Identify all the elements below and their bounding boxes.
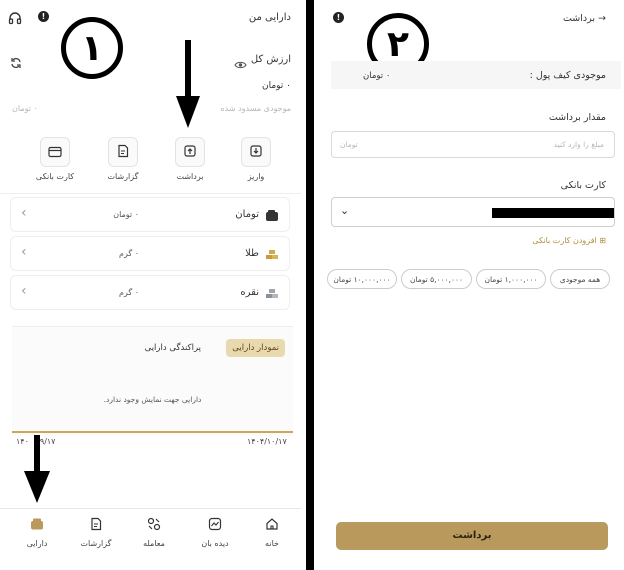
amount-unit: تومان — [340, 140, 358, 149]
nav-label: دارایی — [26, 539, 48, 548]
wallet-icon — [30, 516, 44, 535]
trade-icon — [147, 516, 161, 535]
nav-watchlist[interactable]: دیده بان — [189, 516, 241, 548]
divider — [0, 193, 301, 194]
chip-1m[interactable]: ۱,۰۰۰,۰۰۰ تومان — [476, 269, 546, 289]
bank-card-label: کارت بانکی — [35, 172, 75, 181]
chevron-left-icon: ‹ — [21, 205, 27, 221]
nav-label: گزارشات — [80, 539, 112, 548]
reports-button[interactable]: گزارشات — [98, 137, 148, 181]
amount-input[interactable]: مبلغ را وارد کنید تومان — [331, 131, 615, 158]
nav-assets[interactable]: دارایی — [11, 516, 63, 548]
total-value-label: ارزش کل — [250, 54, 291, 65]
deposit-label: واریز — [247, 172, 265, 181]
headset-icon[interactable] — [8, 10, 22, 29]
alert-icon[interactable]: ! — [333, 12, 344, 23]
asset-chart-card: نمودار دارایی پراکندگی دارایی دارایی جهت… — [12, 326, 293, 436]
bank-card-label: کارت بانکی — [560, 180, 606, 191]
asset-row-toman[interactable]: تومان ۰ تومان ‹ — [10, 197, 290, 232]
reports-label: گزارشات — [107, 172, 139, 181]
amount-label: مقدار برداشت — [548, 112, 606, 123]
silver-icon — [265, 286, 279, 300]
chart-line-icon — [208, 516, 222, 535]
deposit-button[interactable]: واریز — [231, 137, 281, 181]
amount-hint: مبلغ را وارد کنید — [553, 140, 604, 149]
nav-reports[interactable]: گزارشات — [70, 516, 122, 548]
withdraw-label: برداشت — [176, 172, 204, 181]
alert-icon[interactable]: ! — [38, 11, 49, 22]
nav-label: خانه — [265, 539, 279, 548]
chart-date-end: ۱۴۰۴/۱۰/۱۷ — [247, 437, 287, 446]
blocked-balance-value: ۰ تومان — [12, 104, 38, 113]
bank-card-icon — [48, 143, 62, 162]
nav-trade[interactable]: معامله — [128, 516, 180, 548]
wallet-balance-label: موجودی کیف پول : — [529, 70, 606, 81]
wallet-icon — [265, 208, 279, 222]
chevron-left-icon: ‹ — [21, 283, 27, 299]
eye-icon[interactable] — [234, 55, 247, 74]
nav-label: دیده بان — [201, 539, 229, 548]
chevron-left-icon: ‹ — [21, 244, 27, 260]
plus-square-icon: ⊞ — [599, 236, 606, 245]
down-arrow-annotation — [176, 40, 200, 128]
asset-row-silver[interactable]: نقره ۰ گرم ‹ — [10, 275, 290, 310]
bank-card-select[interactable]: ⌄ — [331, 197, 615, 227]
withdraw-screen: ! → برداشت ۲ موجودی کیف پول : ۰ تومان مق… — [319, 0, 624, 570]
withdraw-button[interactable]: برداشت — [165, 137, 215, 181]
gold-icon — [265, 247, 279, 261]
asset-row-gold[interactable]: طلا ۰ گرم ‹ — [10, 236, 290, 271]
bank-card-button[interactable]: کارت بانکی — [30, 137, 80, 181]
report-icon — [116, 143, 130, 162]
panel-divider — [306, 0, 314, 570]
tab-asset-chart[interactable]: نمودار دارایی — [226, 339, 285, 357]
step-number-badge: ۱ — [61, 17, 123, 79]
nav-label: معامله — [143, 539, 165, 548]
asset-name: نقره — [240, 287, 259, 298]
down-arrow-annotation — [24, 435, 50, 503]
redacted-card-number — [492, 208, 614, 218]
add-bank-card-link[interactable]: ⊞ افزودن کارت بانکی — [532, 236, 606, 245]
empty-chart-message: دارایی جهت نمایش وجود ندارد. — [103, 395, 202, 404]
upload-icon — [183, 143, 197, 162]
blocked-balance-label: موجودی مسدود شده — [220, 104, 291, 113]
back-arrow-icon: → — [598, 13, 606, 24]
download-icon — [249, 143, 263, 162]
refresh-icon[interactable] — [10, 54, 22, 73]
withdraw-submit-button[interactable]: برداشت — [336, 522, 608, 550]
wallet-balance-value: ۰ تومان — [363, 71, 391, 81]
chip-all-balance[interactable]: همه موجودی — [550, 269, 610, 289]
chevron-down-icon: ⌄ — [340, 204, 350, 217]
chip-10m[interactable]: ۱۰,۰۰۰,۰۰۰ تومان — [327, 269, 397, 289]
asset-value: ۰ تومان — [113, 210, 139, 219]
asset-value: ۰ گرم — [118, 288, 139, 297]
page-title[interactable]: → برداشت — [563, 13, 606, 24]
nav-home[interactable]: خانه — [246, 516, 298, 548]
asset-screen: ! دارایی من ۱ ارزش کل ۰ تومان موجودی مسد… — [0, 0, 301, 570]
report-icon — [89, 516, 103, 535]
bottom-nav-divider — [0, 508, 301, 509]
asset-name: طلا — [245, 248, 259, 259]
total-value: ۰ تومان — [261, 81, 291, 91]
chip-5m[interactable]: ۵,۰۰۰,۰۰۰ تومان — [401, 269, 472, 289]
asset-name: تومان — [235, 209, 259, 220]
chart-baseline — [12, 431, 293, 433]
tab-asset-distribution[interactable]: پراکندگی دارایی — [145, 343, 201, 353]
asset-value: ۰ گرم — [118, 249, 139, 258]
home-icon — [265, 516, 279, 535]
page-title: دارایی من — [248, 12, 291, 23]
